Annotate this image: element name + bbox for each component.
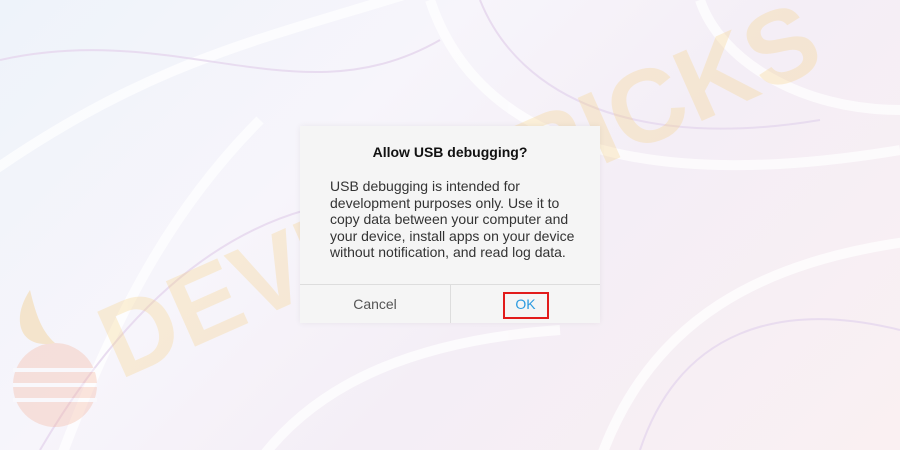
- watermark-logo: [13, 290, 97, 427]
- dialog-message: USB debugging is intended for developmen…: [330, 178, 575, 260]
- usb-debugging-dialog: Allow USB debugging? USB debugging is in…: [300, 126, 600, 323]
- dialog-title: Allow USB debugging?: [372, 144, 528, 160]
- cancel-button[interactable]: Cancel: [300, 285, 450, 323]
- ok-button[interactable]: OK: [451, 285, 600, 323]
